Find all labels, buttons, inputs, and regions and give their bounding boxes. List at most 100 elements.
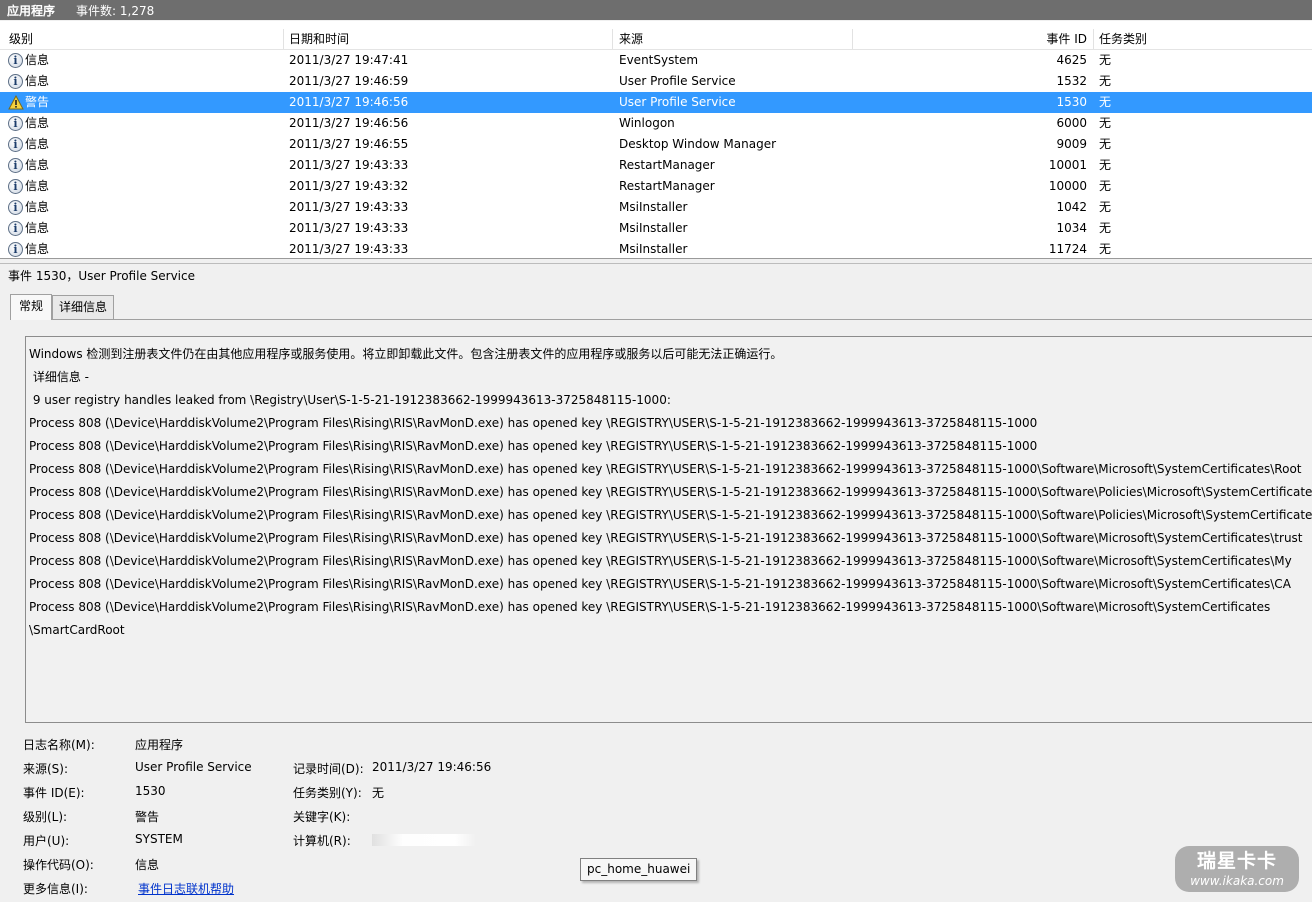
computer-name-tooltip: pc_home_huawei (580, 858, 698, 881)
event-source-cell: RestartManager (619, 179, 715, 193)
info-icon: i (8, 137, 23, 152)
event-source-cell: MsiInstaller (619, 200, 688, 214)
event-level-text: 信息 (25, 74, 50, 88)
computer-label: 计算机(R): (293, 834, 351, 848)
column-header-task[interactable]: 任务类别 (1099, 31, 1147, 50)
event-id-cell: 4625 (1056, 53, 1087, 67)
log-name-value[interactable]: 应用程序 (135, 736, 183, 753)
description-line: Process 808 (\Device\HarddiskVolume2\Pro… (29, 508, 1312, 522)
user-label: 用户(U): (23, 834, 70, 848)
column-header-level[interactable]: 级别 (9, 31, 33, 50)
event-id-value[interactable]: 1530 (135, 784, 166, 798)
info-icon: i (8, 242, 23, 257)
column-divider[interactable] (852, 29, 853, 49)
info-icon: i (8, 221, 23, 236)
more-info-label: 更多信息(I): (23, 882, 88, 896)
online-help-link[interactable]: 事件日志联机帮助 (138, 880, 234, 897)
computer-value-redacted[interactable] (372, 832, 476, 846)
event-detail-title: 事件 1530，User Profile Service (8, 269, 195, 283)
event-row[interactable]: i 信息 2011/3/27 19:43:33 MsiInstaller 11724 无 (0, 239, 1312, 258)
source-label: 来源(S): (23, 762, 69, 776)
event-row[interactable]: i 信息 2011/3/27 19:43:33 MsiInstaller 1034 无 (0, 218, 1312, 239)
column-divider[interactable] (612, 29, 613, 49)
event-row[interactable]: i 信息 2011/3/27 19:46:55 Desktop Window Mana… (0, 134, 1312, 155)
info-icon: i (8, 179, 23, 194)
event-id-label: 事件 ID(E): (23, 786, 85, 800)
info-icon: i (8, 116, 23, 131)
description-line: Process 808 (\Device\HarddiskVolume2\Pro… (29, 462, 1302, 476)
event-level-cell: i 信息 (8, 197, 49, 218)
logged-value[interactable]: 2011/3/27 19:46:56 (372, 760, 491, 774)
event-level-text: 信息 (25, 179, 50, 193)
event-list[interactable]: 级别 日期和时间 来源 事件 ID 任务类别 i 信息 2011/3/27 19:4… (0, 21, 1312, 259)
event-datetime-cell: 2011/3/27 19:43:33 (289, 200, 409, 214)
tab-general[interactable]: 常规 (10, 294, 53, 320)
event-id-cell: 1042 (1056, 200, 1087, 214)
event-level-cell: i 信息 (8, 71, 49, 92)
event-id-cell: 11724 (1048, 242, 1087, 256)
event-description[interactable]: Windows 检测到注册表文件仍在由其他应用程序或服务使用。将立即卸载此文件。… (25, 336, 1312, 723)
watermark-title: 瑞星卡卡 (1196, 850, 1277, 872)
event-id-cell: 10001 (1048, 158, 1087, 172)
info-icon: i (8, 158, 23, 173)
description-line: Process 808 (\Device\HarddiskVolume2\Pro… (29, 485, 1312, 499)
user-value[interactable]: SYSTEM (135, 832, 183, 846)
column-divider[interactable] (1093, 29, 1094, 49)
event-task-cell: 无 (1099, 158, 1112, 172)
event-source-cell: MsiInstaller (619, 221, 688, 235)
event-task-cell: 无 (1099, 53, 1112, 67)
warning-icon (8, 95, 24, 110)
event-rows: i 信息 2011/3/27 19:47:41 EventSystem 4625 无 i 信息… (0, 50, 1312, 258)
opcode-label: 操作代码(O): (23, 858, 94, 872)
column-header-event-id[interactable]: 事件 ID (1000, 31, 1087, 50)
source-value[interactable]: User Profile Service (135, 760, 252, 774)
event-id-cell: 1034 (1056, 221, 1087, 235)
watermark-logo: 瑞星卡卡 www.ikaka.com (1175, 846, 1299, 892)
event-row[interactable]: i 信息 2011/3/27 19:43:33 MsiInstaller 1042 无 (0, 197, 1312, 218)
event-row[interactable]: i 信息 2011/3/27 19:46:56 Winlogon 6000 无 (0, 113, 1312, 134)
event-level-cell: i 信息 (8, 155, 49, 176)
opcode-value[interactable]: 信息 (135, 856, 159, 873)
tab-underline (10, 319, 1312, 320)
keywords-label: 关键字(K): (293, 810, 351, 824)
event-source-cell: User Profile Service (619, 74, 736, 88)
tab-details[interactable]: 详细信息 (52, 295, 115, 319)
event-source-cell: MsiInstaller (619, 242, 688, 256)
pane-splitter[interactable] (0, 260, 1312, 264)
logged-label: 记录时间(D): (293, 762, 364, 776)
event-level-cell: i 信息 (8, 50, 49, 71)
event-source-cell: User Profile Service (619, 95, 736, 109)
event-datetime-cell: 2011/3/27 19:43:33 (289, 158, 409, 172)
event-source-cell: Winlogon (619, 116, 675, 130)
event-id-cell: 6000 (1056, 116, 1087, 130)
event-row[interactable]: i 信息 2011/3/27 19:46:59 User Profile Servic… (0, 71, 1312, 92)
column-header-source[interactable]: 来源 (619, 31, 643, 50)
event-source-cell: Desktop Window Manager (619, 137, 777, 151)
event-datetime-cell: 2011/3/27 19:46:56 (289, 116, 409, 130)
event-datetime-cell: 2011/3/27 19:43:33 (289, 221, 409, 235)
event-row[interactable]: i 信息 2011/3/27 19:43:32 RestartManager 10000… (0, 176, 1312, 197)
info-icon: i (8, 53, 23, 68)
description-line: Process 808 (\Device\HarddiskVolume2\Pro… (29, 600, 1271, 614)
event-source-cell: RestartManager (619, 158, 715, 172)
event-level-text: 信息 (25, 137, 50, 151)
description-line: Process 808 (\Device\HarddiskVolume2\Pro… (29, 439, 1038, 453)
event-id-cell: 9009 (1056, 137, 1087, 151)
event-datetime-cell: 2011/3/27 19:46:55 (289, 137, 409, 151)
event-task-cell: 无 (1099, 221, 1112, 235)
event-row[interactable]: i 信息 2011/3/27 19:43:33 RestartManager 10001… (0, 155, 1312, 176)
task-category-label: 任务类别(Y): (293, 786, 362, 800)
task-category-value[interactable]: 无 (372, 784, 384, 801)
event-row[interactable]: i 信息 2011/3/27 19:47:41 EventSystem 4625 无 (0, 50, 1312, 71)
event-level-text: 警告 (25, 95, 50, 109)
description-line: Windows 检测到注册表文件仍在由其他应用程序或服务使用。将立即卸载此文件。… (29, 347, 783, 361)
event-level-cell: i 信息 (8, 113, 49, 134)
event-list-header: 级别 日期和时间 来源 事件 ID 任务类别 (0, 21, 1312, 50)
description-line: Process 808 (\Device\HarddiskVolume2\Pro… (29, 554, 1292, 568)
level-value[interactable]: 警告 (135, 808, 159, 825)
column-header-datetime[interactable]: 日期和时间 (289, 31, 349, 50)
watermark-url: www.ikaka.com (1190, 874, 1284, 888)
column-divider[interactable] (283, 29, 284, 49)
event-row[interactable]: 警告 2011/3/27 19:46:56 User Profile Service… (0, 92, 1312, 113)
event-level-cell: i 信息 (8, 176, 49, 197)
